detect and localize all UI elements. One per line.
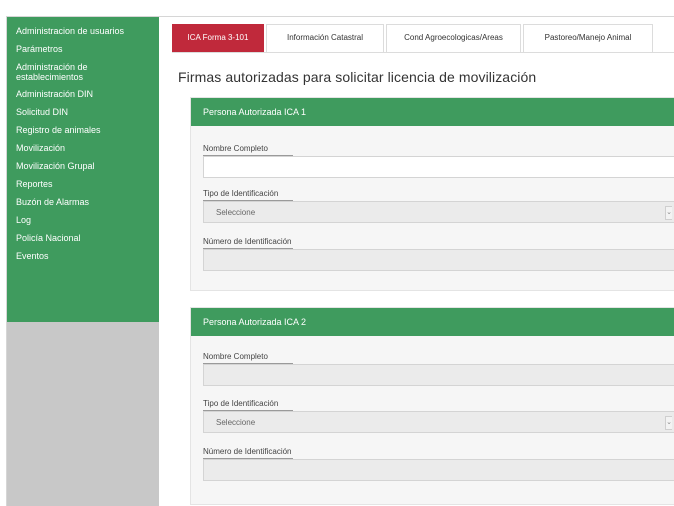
- page-title: Firmas autorizadas para solicitar licenc…: [178, 69, 537, 85]
- sidebar-item-parametros[interactable]: Parámetros: [7, 41, 159, 59]
- sidebar-item-policia-nacional[interactable]: Policía Nacional: [7, 230, 159, 248]
- tab-pastoreo-manejo[interactable]: Pastoreo/Manejo Animal: [523, 24, 653, 52]
- full-name-input[interactable]: [203, 364, 674, 386]
- authorized-person-card-2: Persona Autorizada ICA 2 Nombre Completo…: [190, 307, 674, 505]
- sidebar-item-movilizacion-grupal[interactable]: Movilización Grupal: [7, 158, 159, 176]
- tab-bar: ICA Forma 3-101 Información Catastral Cond…: [172, 24, 674, 53]
- id-type-label: Tipo de Identificación: [203, 399, 279, 408]
- chevron-down-icon: ⌄: [665, 416, 672, 430]
- sidebar-item-log[interactable]: Log: [7, 212, 159, 230]
- id-type-select[interactable]: Seleccione ⌄: [203, 411, 674, 433]
- full-name-input[interactable]: [203, 156, 674, 178]
- id-number-label: Número de Identificación: [203, 237, 292, 246]
- main-content: ICA Forma 3-101 Información Catastral Cond…: [160, 17, 674, 506]
- chevron-down-icon: ⌄: [665, 206, 672, 220]
- id-type-selected-value: Seleccione: [216, 418, 256, 427]
- id-number-label: Número de Identificación: [203, 447, 292, 456]
- tab-ica-forma[interactable]: ICA Forma 3-101: [172, 24, 264, 52]
- sidebar-item-registro-animales[interactable]: Registro de animales: [7, 122, 159, 140]
- tab-informacion-catastral[interactable]: Información Catastral: [266, 24, 384, 52]
- full-name-label: Nombre Completo: [203, 144, 268, 153]
- id-type-select[interactable]: Seleccione ⌄: [203, 201, 674, 223]
- id-type-selected-value: Seleccione: [216, 208, 256, 217]
- sidebar-item-buzon-alarmas[interactable]: Buzón de Alarmas: [7, 194, 159, 212]
- card-header: Persona Autorizada ICA 2: [191, 308, 674, 336]
- sidebar-item-reportes[interactable]: Reportes: [7, 176, 159, 194]
- sidebar-item-administracion-din[interactable]: Administración DIN: [7, 86, 159, 104]
- authorized-person-card-1: Persona Autorizada ICA 1 Nombre Completo…: [190, 97, 674, 291]
- sidebar-item-movilizacion[interactable]: Movilización: [7, 140, 159, 158]
- sidebar-item-eventos[interactable]: Eventos: [7, 248, 159, 266]
- sidebar-nav: Administracion de usuarios Parámetros Ad…: [7, 17, 159, 322]
- id-number-input[interactable]: [203, 249, 674, 271]
- sidebar-item-administracion-usuarios[interactable]: Administracion de usuarios: [7, 23, 159, 41]
- id-number-input[interactable]: [203, 459, 674, 481]
- full-name-label: Nombre Completo: [203, 352, 268, 361]
- sidebar: Administracion de usuarios Parámetros Ad…: [7, 17, 159, 506]
- tab-cond-agroecologicas[interactable]: Cond Agroecologicas/Areas: [386, 24, 521, 52]
- sidebar-item-solicitud-din[interactable]: Solicitud DIN: [7, 104, 159, 122]
- id-type-label: Tipo de Identificación: [203, 189, 279, 198]
- card-header: Persona Autorizada ICA 1: [191, 98, 674, 126]
- sidebar-item-administracion-establecimientos[interactable]: Administración de establecimientos: [7, 59, 159, 86]
